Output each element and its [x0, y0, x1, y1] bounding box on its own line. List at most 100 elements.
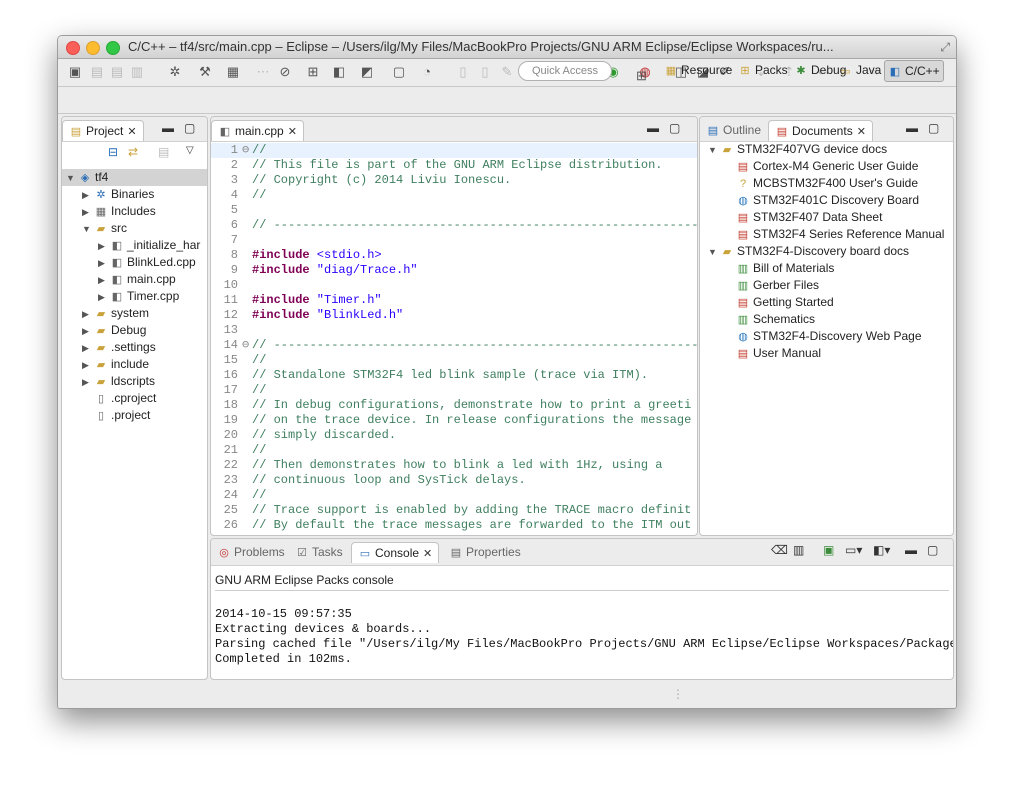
code-line[interactable]: 14 ⊖// ----------------------------------… [211, 338, 697, 353]
tab-outline[interactable]: ▤ Outline [700, 120, 767, 140]
code-line[interactable]: 4 // [211, 188, 697, 203]
code-line[interactable]: 17 // [211, 383, 697, 398]
tree-item[interactable]: ◍ STM32F4-Discovery Web Page [700, 328, 953, 345]
minimize-editor-icon[interactable]: ▬ [647, 121, 659, 135]
tree-item[interactable]: ▤ User Manual [700, 345, 953, 362]
code-line[interactable]: 20 // simply discarded. [211, 428, 697, 443]
collapsed-arrow-icon[interactable]: ▶ [98, 272, 110, 289]
tab-console[interactable]: ▭ Console ✕ [351, 542, 440, 563]
filter-icon[interactable]: ▤ [158, 145, 169, 159]
tree-item[interactable]: ▶ ✲ Binaries [62, 186, 207, 203]
scroll-lock-icon[interactable]: ▥ [793, 543, 804, 557]
collapsed-arrow-icon[interactable]: ▶ [98, 289, 110, 306]
tree-item[interactable]: ▶ ◧ main.cpp [62, 271, 207, 288]
code-line[interactable]: 7 [211, 233, 697, 248]
code-line[interactable]: 8 #include <stdio.h> [211, 248, 697, 263]
code-line[interactable]: 13 [211, 323, 697, 338]
collapsed-arrow-icon[interactable]: ▶ [82, 323, 94, 340]
tree-item[interactable]: ▶ ▰ ldscripts [62, 373, 207, 390]
tab-main-cpp[interactable]: ◧ main.cpp ✕ [211, 120, 304, 141]
collapse-all-icon[interactable]: ⊟ [108, 145, 118, 159]
manage-configurations-icon[interactable]: ✲ [166, 63, 184, 81]
tree-item[interactable]: ◍ STM32F401C Discovery Board [700, 192, 953, 209]
minimize-view-icon[interactable]: ▬ [906, 121, 918, 135]
code-line[interactable]: 18 // In debug configurations, demonstrat… [211, 398, 697, 413]
tree-item[interactable]: ▯ .cproject [62, 390, 207, 407]
code-line[interactable]: 24 // [211, 488, 697, 503]
tree-item[interactable]: ▤ STM32F407 Data Sheet [700, 209, 953, 226]
new-file-icon[interactable]: ▢ [390, 63, 408, 81]
tree-item[interactable]: ▤ Cortex-M4 Generic User Guide [700, 158, 953, 175]
minimize-view-icon[interactable]: ▬ [162, 121, 174, 135]
code-line[interactable]: 12 #include "BlinkLed.h" [211, 308, 697, 323]
tree-item[interactable]: ▶ ▰ .settings [62, 339, 207, 356]
code-line[interactable]: 10 [211, 278, 697, 293]
close-tab-icon[interactable]: ✕ [288, 126, 297, 138]
tree-item[interactable]: ▼ ▰ STM32F4-Discovery board docs [700, 243, 953, 260]
print-icon[interactable]: ▥ [128, 63, 146, 81]
binary-icon[interactable]: ▦ [224, 63, 242, 81]
quick-access-input[interactable]: Quick Access [518, 61, 612, 81]
collapsed-arrow-icon[interactable]: ▶ [82, 204, 94, 221]
expanded-arrow-icon[interactable]: ▼ [66, 170, 78, 187]
expanded-arrow-icon[interactable]: ▼ [708, 244, 720, 261]
collapsed-arrow-icon[interactable]: ▶ [82, 357, 94, 374]
code-line[interactable]: 25 // Trace support is enabled by adding … [211, 503, 697, 518]
debug-dim-icon[interactable]: ⋯ [254, 63, 272, 81]
perspective-cpp[interactable]: ◧ C/C++ [884, 60, 944, 82]
maximize-console-icon[interactable]: ▢ [927, 543, 938, 557]
code-line[interactable]: 9 #include "diag/Trace.h" [211, 263, 697, 278]
tree-item[interactable]: ▥ Gerber Files [700, 277, 953, 294]
tree-item[interactable]: ▯ .project [62, 407, 207, 424]
tree-item[interactable]: ▶ ◧ BlinkLed.cpp [62, 254, 207, 271]
maximize-editor-icon[interactable]: ▢ [669, 121, 680, 135]
collapsed-arrow-icon[interactable]: ▶ [98, 238, 110, 255]
perspective-debug[interactable]: ✱ Debug [794, 60, 846, 80]
perspective-java[interactable]: Java [856, 60, 881, 80]
perspective-resource[interactable]: ▦ Resource [664, 60, 733, 80]
pin-console-icon[interactable]: ▣ [823, 543, 834, 557]
collapsed-arrow-icon[interactable]: ▶ [82, 187, 94, 204]
code-line[interactable]: 11 #include "Timer.h" [211, 293, 697, 308]
close-tab-icon[interactable]: ✕ [423, 548, 432, 560]
clear-console-icon[interactable]: ⌫ [771, 543, 788, 557]
close-window-button[interactable] [66, 41, 80, 55]
tree-item[interactable]: ▶ ◧ Timer.cpp [62, 288, 207, 305]
view-menu-icon[interactable]: ▽ [186, 145, 194, 156]
maximize-view-icon[interactable]: ▢ [928, 121, 939, 135]
tree-item[interactable]: ▶ ▰ include [62, 356, 207, 373]
tab-documents[interactable]: ▤ Documents ✕ [768, 120, 873, 141]
tree-item[interactable]: ▼ ◈ tf4 [62, 169, 207, 186]
expanded-arrow-icon[interactable]: ▼ [708, 142, 720, 159]
code-line[interactable]: 22 // Then demonstrates how to blink a le… [211, 458, 697, 473]
code-line[interactable]: 19 // on the trace device. In release con… [211, 413, 697, 428]
tab-problems[interactable]: ◎ Problems [211, 542, 291, 562]
tree-item[interactable]: ▥ Schematics [700, 311, 953, 328]
tree-item[interactable]: ▶ ▦ Includes [62, 203, 207, 220]
fullscreen-icon[interactable]: ⤢ [940, 40, 950, 55]
collapsed-arrow-icon[interactable]: ▶ [82, 340, 94, 357]
toggle2-icon[interactable]: ▯ [476, 63, 494, 81]
edit-dim-icon[interactable]: ✎ [498, 63, 516, 81]
close-tab-icon[interactable]: ✕ [857, 126, 866, 138]
display-console-icon[interactable]: ▭▾ [845, 543, 862, 557]
minimize-console-icon[interactable]: ▬ [905, 543, 917, 557]
code-line[interactable]: 1 ⊖// [211, 143, 697, 158]
tree-item[interactable]: ▼ ▰ STM32F407VG device docs [700, 141, 953, 158]
open-perspective-icon[interactable]: ⊞ [636, 67, 647, 85]
code-line[interactable]: 16 // Standalone STM32F4 led blink sample… [211, 368, 697, 383]
close-tab-icon[interactable]: ✕ [127, 126, 136, 138]
perspective-packs[interactable]: ⊞ Packs [738, 60, 787, 80]
code-line[interactable]: 26 // By default the trace messages are f… [211, 518, 697, 533]
build-icon[interactable]: ⚒ [196, 63, 214, 81]
new-source-icon[interactable]: ◔ [418, 63, 436, 81]
collapsed-arrow-icon[interactable]: ▶ [82, 306, 94, 323]
tree-item[interactable]: ▥ Bill of Materials [700, 260, 953, 277]
tab-properties[interactable]: ▤ Properties [443, 542, 527, 562]
tree-item[interactable]: ? MCBSTM32F400 User's Guide [700, 175, 953, 192]
packs-tool-icon[interactable]: ⊞ [304, 63, 322, 81]
new-folder-icon[interactable]: ◩ [358, 63, 376, 81]
save-icon[interactable]: ▤ [88, 63, 106, 81]
code-editor[interactable]: 1 ⊖//2// This file is part of the GNU ARM… [211, 141, 697, 535]
tree-item[interactable]: ▼ ▰ src [62, 220, 207, 237]
